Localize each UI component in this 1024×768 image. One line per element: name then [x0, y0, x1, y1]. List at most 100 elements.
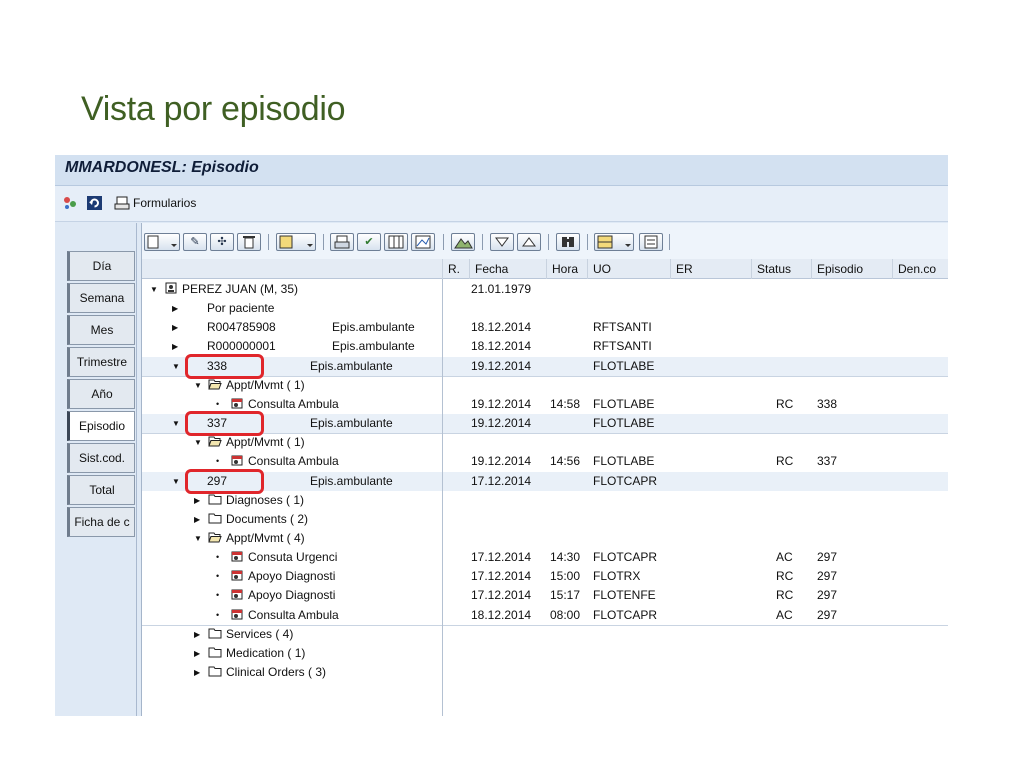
column-header-er[interactable]: ER: [670, 259, 751, 279]
tree-toolbar: ✎ ✣ ✔: [142, 231, 948, 253]
check-icon[interactable]: ✔: [357, 233, 381, 251]
highlight-annotation: [185, 411, 264, 437]
tree-row[interactable]: ▶ Documents ( 2): [142, 510, 948, 529]
date-cell: 17.12.2014: [471, 569, 532, 584]
expand-all-icon[interactable]: [490, 233, 514, 251]
expanded-node-icon[interactable]: ▼: [172, 472, 180, 491]
folder-open-icon: [208, 529, 222, 548]
window-title: MMARDONESL: Episodio: [65, 159, 259, 176]
expanded-node-icon[interactable]: ▼: [194, 529, 202, 548]
forms-button[interactable]: Formularios: [133, 196, 196, 210]
delete-icon[interactable]: [237, 233, 261, 251]
collapsed-node-icon[interactable]: ▶: [194, 644, 200, 663]
collapsed-node-icon[interactable]: ▶: [194, 663, 200, 682]
tree-row[interactable]: • Consulta Ambula 19.12.2014 14:58 FLOTLABE R…: [142, 395, 948, 414]
episode-type: Epis.ambulante: [332, 320, 415, 335]
tree-row[interactable]: ▼ PEREZ JUAN (M, 35) 21.01.1979: [142, 280, 948, 299]
expanded-node-icon[interactable]: ▼: [172, 357, 180, 376]
tree-row[interactable]: ▼ Appt/Mvmt ( 4): [142, 529, 948, 548]
column-header-status[interactable]: Status: [751, 259, 811, 279]
status-cell: RC: [776, 454, 794, 469]
expanded-node-icon[interactable]: ▼: [194, 376, 202, 395]
view-tabs: Día Semana Mes Trimestre Año Episodio Sist.cod…: [55, 223, 137, 716]
mountain-view-icon[interactable]: [451, 233, 475, 251]
tree-row[interactable]: • Consulta Ambula 18.12.2014 08:00 FLOTCAPR A…: [142, 606, 948, 625]
status-cell: RC: [776, 588, 794, 603]
column-header-den-co[interactable]: Den.co: [892, 259, 948, 279]
tree-row[interactable]: ▶ Clinical Orders ( 3): [142, 663, 948, 682]
graphic-icon[interactable]: [411, 233, 435, 251]
collapsed-node-icon[interactable]: ▶: [172, 318, 178, 337]
transfer-button[interactable]: [276, 233, 316, 251]
leaf-bullet-icon: •: [216, 590, 220, 601]
tab-a-o[interactable]: Año: [67, 379, 135, 409]
edit-icon[interactable]: ✎: [183, 233, 207, 251]
org-unit-cell: RFTSANTI: [593, 339, 652, 354]
column-header-episodio[interactable]: Episodio: [811, 259, 892, 279]
tab-trimestre[interactable]: Trimestre: [67, 347, 135, 377]
tab-semana[interactable]: Semana: [67, 283, 135, 313]
tree-row[interactable]: ▶ Por paciente: [142, 299, 948, 318]
tree-node-label: Appt/Mvmt ( 1): [226, 377, 305, 392]
tree-node-label: PEREZ JUAN (M, 35): [182, 282, 299, 296]
tree-row[interactable]: ▼ Appt/Mvmt ( 1): [142, 433, 948, 452]
patient-icon: [164, 280, 178, 299]
tree-row[interactable]: ▶ R004785908 Epis.ambulante 18.12.2014 RFTSA…: [142, 318, 948, 337]
tree-row[interactable]: ▶ Services ( 4): [142, 625, 948, 644]
tree-row[interactable]: ▶ Medication ( 1): [142, 644, 948, 663]
expanded-node-icon[interactable]: ▼: [150, 280, 158, 299]
refresh-icon[interactable]: [86, 195, 103, 211]
tab-mes[interactable]: Mes: [67, 315, 135, 345]
tab-total[interactable]: Total: [67, 475, 135, 505]
expanded-node-icon[interactable]: ▼: [194, 433, 202, 452]
column-header-fecha[interactable]: Fecha: [469, 259, 546, 279]
tab-d-a[interactable]: Día: [67, 251, 135, 281]
episode-number-cell: 297: [817, 588, 838, 603]
highlight-annotation: [185, 468, 264, 494]
tree-row[interactable]: ▶ Diagnoses ( 1): [142, 491, 948, 510]
tree-node-label: Appt/Mvmt ( 1): [226, 435, 305, 450]
column-header-r-[interactable]: R.: [442, 259, 469, 279]
collapse-all-icon[interactable]: [517, 233, 541, 251]
folder-icon: [208, 510, 222, 529]
display-icon[interactable]: ✣: [210, 233, 234, 251]
tree-row[interactable]: • Apoyo Diagnosti 17.12.2014 15:17 FLOTENFE R…: [142, 586, 948, 605]
tree-node-label: Services ( 4): [226, 626, 294, 641]
collapsed-node-icon[interactable]: ▶: [172, 337, 178, 356]
collapsed-node-icon[interactable]: ▶: [194, 625, 200, 644]
status-cell: RC: [776, 396, 794, 411]
tab-ficha-de-c[interactable]: Ficha de c: [67, 507, 135, 537]
tree-row[interactable]: • Consuta Urgenci 17.12.2014 14:30 FLOTCAPR A…: [142, 548, 948, 567]
date-cell: 18.12.2014: [471, 607, 532, 622]
layout-icon[interactable]: [384, 233, 408, 251]
info-icon[interactable]: [639, 233, 663, 251]
org-unit-cell: FLOTCAPR: [593, 473, 658, 488]
tree-node-label: Apoyo Diagnosti: [248, 588, 336, 603]
refresh-patients-icon[interactable]: [62, 195, 79, 211]
expanded-node-icon[interactable]: ▼: [172, 414, 180, 433]
date-cell: 19.12.2014: [471, 396, 532, 411]
print-icon[interactable]: [330, 233, 354, 251]
org-unit-cell: FLOTENFE: [593, 588, 656, 603]
columns-button[interactable]: [594, 233, 634, 251]
find-icon[interactable]: [556, 233, 580, 251]
create-button[interactable]: [144, 233, 180, 251]
time-cell: 14:58: [550, 396, 581, 411]
column-header-hora[interactable]: Hora: [546, 259, 587, 279]
date-cell: 18.12.2014: [471, 320, 532, 335]
tree-row[interactable]: ▼ Appt/Mvmt ( 1): [142, 376, 948, 395]
org-unit-cell: FLOTLABE: [593, 454, 655, 469]
collapsed-node-icon[interactable]: ▶: [172, 299, 178, 318]
tab-sist-cod-[interactable]: Sist.cod.: [67, 443, 135, 473]
tree-row[interactable]: • Consulta Ambula 19.12.2014 14:56 FLOTLABE R…: [142, 452, 948, 471]
column-header-uo[interactable]: UO: [587, 259, 670, 279]
time-cell: 15:17: [550, 588, 581, 603]
episode-number-cell: 297: [817, 569, 838, 584]
tree-row[interactable]: ▶ R000000001 Epis.ambulante 18.12.2014 RFTSA…: [142, 337, 948, 356]
date-cell: 18.12.2014: [471, 339, 532, 354]
collapsed-node-icon[interactable]: ▶: [194, 510, 200, 529]
tab-episodio[interactable]: Episodio: [67, 411, 135, 441]
tree-node-label: Consulta Ambula: [248, 454, 339, 469]
tree-row[interactable]: • Apoyo Diagnosti 17.12.2014 15:00 FLOTRX RC 2…: [142, 567, 948, 586]
forms-print-icon[interactable]: [114, 195, 131, 211]
